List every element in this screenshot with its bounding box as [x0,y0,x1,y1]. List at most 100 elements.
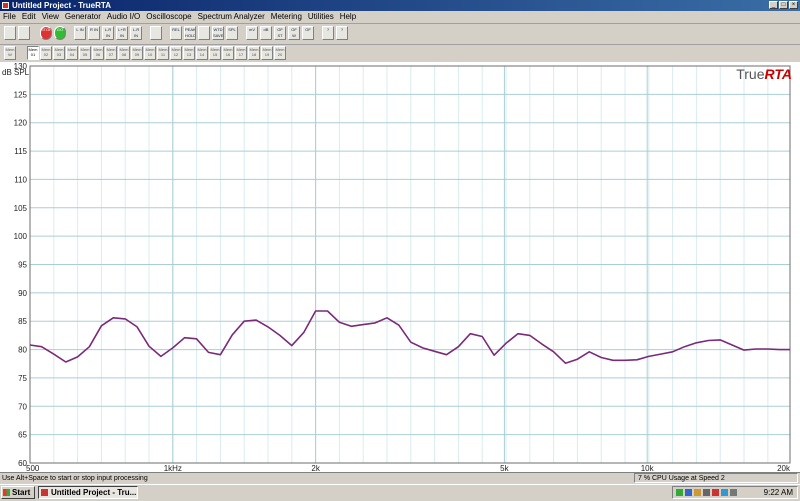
security-icon[interactable] [712,489,719,496]
memory-button[interactable]: Mem 12 [170,46,182,60]
close-button[interactable]: × [789,1,798,9]
y-tick-label: 110 [14,175,27,184]
y-tick-label: 100 [14,232,28,241]
shield-icon[interactable] [694,489,701,496]
y-tick-label: 95 [18,261,27,270]
printer-icon[interactable] [703,489,710,496]
memory-button[interactable]: Mem 17 [235,46,247,60]
menu-bar: File Edit View Generator Audio I/O Oscil… [0,11,800,24]
windows-logo-icon [3,489,10,496]
ofw-tool-button[interactable]: OF W [288,26,300,40]
spl-tool-button[interactable]: SPL [226,26,238,40]
truerta-icon [41,489,48,496]
rel-tool-button[interactable]: REL [170,26,182,40]
ofs-tool-button[interactable]: OF ST [274,26,286,40]
y-tick-label: 85 [18,317,27,326]
menu-metering[interactable]: Metering [268,11,305,23]
y-tick-label: 115 [14,147,27,156]
spectrum-chart: 6065707580859095100105110115120125130dB … [2,62,791,472]
memory-button[interactable]: Mem 16 [222,46,234,60]
bars-tool-button[interactable] [198,26,210,40]
spectrum-plot-area[interactable]: 60 65 70 75 80 85 90 95 100 105 110 115 120 125 130 dB … [0,62,800,472]
monitor-icon[interactable] [685,489,692,496]
memory-button[interactable]: Mem 11 [157,46,169,60]
grid-tool-button[interactable] [150,26,162,40]
minimize-button[interactable]: _ [769,1,778,9]
left-in-tool-button[interactable]: L IN [74,26,86,40]
spectrum-tool-button[interactable] [18,26,30,40]
memory-button[interactable]: Mem 01 [27,46,39,60]
memory-button[interactable]: Mem 09 [131,46,143,60]
window-title: Untitled Project - TrueRTA [12,1,111,10]
menu-spectrum-analyzer[interactable]: Spectrum Analyzer [195,11,268,23]
status-hint: Use Alt+Space to start or stop input pro… [2,475,148,482]
memory-button[interactable]: Mem 14 [196,46,208,60]
peak-hold-tool-button[interactable]: PEAK HOLD [184,26,196,40]
menu-utilities[interactable]: Utilities [305,11,337,23]
memory-button[interactable]: Mem 10 [144,46,156,60]
y-axis-label: dB SPL [2,68,30,77]
mv-tool-button[interactable]: mV [246,26,258,40]
menu-generator[interactable]: Generator [62,11,104,23]
y-tick-label: 120 [14,119,28,128]
menu-file[interactable]: File [0,11,19,23]
taskbar-item-truerta[interactable]: Untitled Project - Tru... [38,486,138,499]
x-tick-label: 10k [641,464,655,472]
network-icon[interactable] [676,489,683,496]
y-tick-label: 105 [14,204,28,213]
clock: 9:22 AM [763,488,793,497]
system-tray: 9:22 AM [672,486,798,499]
memory-toolbar: Mem W Mem 01 Mem 02 Mem 03 Mem 04 Mem 05 Mem 0… [0,45,800,62]
lr-in-tool-button[interactable]: L-R IN [102,26,114,40]
of-tool-button[interactable]: OF [302,26,314,40]
lplusr-in-tool-button[interactable]: L+R IN [116,26,128,40]
y-tick-label: 80 [18,346,27,355]
memory-button[interactable]: Mem 03 [53,46,65,60]
memory-button[interactable]: Mem 08 [118,46,130,60]
y-tick-label: 125 [14,90,28,99]
memory-button[interactable]: Mem 07 [105,46,117,60]
y-tick-label: 75 [18,374,27,383]
help-tool-button[interactable]: ? [336,26,348,40]
memory-button[interactable]: Mem 06 [92,46,104,60]
app-icon[interactable] [2,2,9,9]
start-button[interactable]: Start [1,486,35,499]
memory-button[interactable]: Mem 20 [274,46,286,60]
cpu-usage: 7 % CPU Usage at Speed 2 [634,473,798,483]
title-bar: Untitled Project - TrueRTA _ □ × [0,0,800,11]
toolbar: STOP GO L IN R IN L-R IN L+R IN L-R IN REL PEAK … [0,24,800,45]
memory-button[interactable]: Mem W [4,46,16,60]
y-tick-label: 70 [18,402,27,411]
memory-button[interactable]: Mem 04 [66,46,78,60]
db-tool-button[interactable]: dB [260,26,272,40]
go-tool-button[interactable]: GO [54,26,66,40]
menu-edit[interactable]: Edit [19,11,39,23]
memory-button[interactable]: Mem 05 [79,46,91,60]
menu-oscilloscope[interactable]: Oscilloscope [143,11,194,23]
x-tick-label: 20k [777,464,791,472]
update-icon[interactable] [721,489,728,496]
memory-button[interactable]: Mem 13 [183,46,195,60]
memory-button[interactable]: Mem 19 [261,46,273,60]
wtd-tool-button[interactable]: WTD SAVE [212,26,224,40]
memory-button[interactable]: Mem 18 [248,46,260,60]
x-tick-label: 1kHz [164,464,182,472]
spectrum-trace [29,310,790,365]
info-tool-button[interactable]: ? [322,26,334,40]
menu-help[interactable]: Help [337,11,359,23]
menu-audio-io[interactable]: Audio I/O [104,11,143,23]
x-tick-label: 2k [311,464,320,472]
maximize-button[interactable]: □ [779,1,788,9]
menu-view[interactable]: View [39,11,62,23]
memory-button[interactable]: Mem 15 [209,46,221,60]
memory-button[interactable]: Mem 02 [40,46,52,60]
right-in-tool-button[interactable]: R IN [88,26,100,40]
taskbar: Start Untitled Project - Tru... 9:22 AM [0,484,800,501]
status-bar: Use Alt+Space to start or stop input pro… [0,472,800,484]
stop-tool-button[interactable]: STOP [40,26,52,40]
l-r-in-tool-button[interactable]: L-R IN [130,26,142,40]
sine-wave-tool-button[interactable] [4,26,16,40]
speaker-icon[interactable] [730,489,737,496]
x-tick-label: 500 [26,464,40,472]
x-tick-label: 5k [500,464,509,472]
